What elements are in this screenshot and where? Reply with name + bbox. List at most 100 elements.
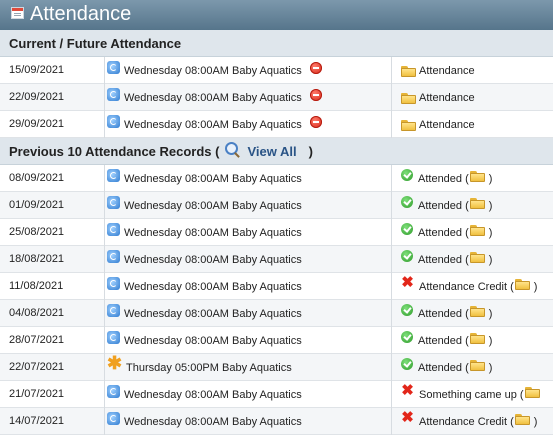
cross-icon: ✖ bbox=[401, 274, 414, 291]
folder-icon[interactable] bbox=[401, 120, 416, 131]
status-text: Attendance Credit ( bbox=[419, 415, 514, 428]
date-cell: 11/08/2021 bbox=[9, 280, 64, 292]
check-icon bbox=[401, 195, 413, 208]
session-label[interactable]: Wednesday 08:00AM Baby Aquatics bbox=[124, 308, 302, 320]
table-row: 22/09/2021 Wednesday 08:00AM Baby Aquatic… bbox=[0, 84, 553, 111]
session-label[interactable]: Wednesday 08:00AM Baby Aquatics bbox=[124, 335, 302, 347]
note-folder[interactable] bbox=[469, 197, 488, 211]
session-cell: Wednesday 08:00AM Baby Aquatics bbox=[104, 381, 387, 408]
date-cell: 01/09/2021 bbox=[9, 199, 65, 211]
folder-icon[interactable] bbox=[469, 224, 485, 236]
session-label[interactable]: Wednesday 08:00AM Baby Aquatics bbox=[124, 254, 302, 266]
session-label[interactable]: Wednesday 08:00AM Baby Aquatics bbox=[124, 119, 302, 131]
session-label[interactable]: Wednesday 08:00AM Baby Aquatics bbox=[124, 173, 302, 185]
session-cell: Wednesday 08:00AM Baby Aquatics bbox=[104, 57, 387, 84]
session-label[interactable]: Wednesday 08:00AM Baby Aquatics bbox=[124, 227, 302, 239]
sync-icon bbox=[107, 250, 120, 263]
note-folder[interactable] bbox=[469, 170, 488, 184]
session-label[interactable]: Thursday 05:00PM Baby Aquatics bbox=[126, 362, 292, 374]
attendance-link[interactable]: Attendance bbox=[419, 119, 475, 131]
sync-icon bbox=[107, 88, 120, 101]
sync-icon bbox=[107, 277, 120, 290]
folder-icon[interactable] bbox=[469, 197, 485, 209]
note-folder[interactable] bbox=[524, 386, 543, 400]
date-cell: 22/07/2021 bbox=[9, 361, 65, 373]
status-cell: Attendance bbox=[391, 57, 553, 84]
view-all-link[interactable]: View All bbox=[247, 144, 296, 159]
status-cell: Attended () bbox=[391, 219, 553, 246]
status-cell: Attended () bbox=[391, 327, 553, 354]
status-text: Attended ( bbox=[418, 199, 469, 212]
session-label[interactable]: Wednesday 08:00AM Baby Aquatics bbox=[124, 92, 302, 104]
search-icon[interactable] bbox=[225, 141, 239, 155]
check-icon bbox=[401, 357, 413, 370]
session-label[interactable]: Wednesday 08:00AM Baby Aquatics bbox=[124, 200, 302, 212]
table-row: 14/07/2021 Wednesday 08:00AM Baby Aquatic… bbox=[0, 408, 553, 435]
session-label[interactable]: Wednesday 08:00AM Baby Aquatics bbox=[124, 65, 302, 77]
status-close-paren: ) bbox=[488, 334, 493, 347]
session-cell: Wednesday 08:00AM Baby Aquatics bbox=[104, 219, 387, 246]
status-close-paren: ) bbox=[533, 280, 538, 293]
folder-icon[interactable] bbox=[469, 170, 485, 182]
note-folder[interactable] bbox=[469, 305, 488, 319]
check-icon bbox=[401, 330, 413, 343]
note-folder[interactable] bbox=[469, 359, 488, 373]
status-text: Attendance Credit ( bbox=[419, 280, 514, 293]
current-heading-text: Current / Future Attendance bbox=[9, 35, 182, 51]
status-cell: Attended () bbox=[391, 354, 553, 381]
note-folder[interactable] bbox=[469, 251, 488, 265]
note-folder[interactable] bbox=[469, 332, 488, 346]
folder-icon[interactable] bbox=[469, 305, 485, 317]
date-cell: 15/09/2021 bbox=[9, 64, 65, 76]
session-label[interactable]: Wednesday 08:00AM Baby Aquatics bbox=[124, 416, 302, 428]
cancel-icon[interactable] bbox=[309, 61, 322, 74]
status-text: Attended ( bbox=[418, 226, 469, 239]
status-close-paren: ) bbox=[488, 253, 493, 266]
session-cell: Wednesday 08:00AM Baby Aquatics bbox=[104, 327, 387, 354]
session-cell: Wednesday 08:00AM Baby Aquatics bbox=[104, 300, 387, 327]
table-row: 15/09/2021 Wednesday 08:00AM Baby Aquatic… bbox=[0, 57, 553, 84]
session-cell: Wednesday 08:00AM Baby Aquatics bbox=[104, 111, 387, 138]
date-cell: 22/09/2021 bbox=[9, 91, 65, 103]
close-paren: ) bbox=[308, 143, 313, 159]
status-text: Attended ( bbox=[418, 253, 469, 266]
folder-icon[interactable] bbox=[401, 66, 416, 77]
note-folder[interactable] bbox=[514, 278, 533, 292]
note-folder[interactable] bbox=[469, 224, 488, 238]
table-row: 01/09/2021 Wednesday 08:00AM Baby Aquatic… bbox=[0, 192, 553, 219]
date-cell: 14/07/2021 bbox=[9, 415, 65, 427]
status-text: Something came up ( bbox=[419, 388, 524, 401]
status-text: Attended ( bbox=[418, 172, 469, 185]
session-label[interactable]: Wednesday 08:00AM Baby Aquatics bbox=[124, 389, 302, 401]
folder-icon[interactable] bbox=[469, 359, 485, 371]
status-cell: Attended () bbox=[391, 192, 553, 219]
date-cell: 28/07/2021 bbox=[9, 334, 65, 346]
sync-icon bbox=[107, 223, 120, 236]
status-cell: Attended () bbox=[391, 300, 553, 327]
cross-icon: ✖ bbox=[401, 409, 414, 426]
table-row: 22/07/2021 ✱ Thursday 05:00PM Baby Aquatic… bbox=[0, 354, 553, 381]
folder-icon[interactable] bbox=[469, 251, 485, 263]
attendance-link[interactable]: Attendance bbox=[419, 92, 475, 104]
previous-attendance-heading: Previous 10 Attendance Records ( View Al… bbox=[0, 138, 553, 165]
folder-icon[interactable] bbox=[524, 386, 540, 398]
date-cell: 08/09/2021 bbox=[9, 172, 65, 184]
folder-icon[interactable] bbox=[514, 413, 530, 425]
check-icon bbox=[401, 168, 413, 181]
folder-icon[interactable] bbox=[401, 93, 416, 104]
sync-icon bbox=[107, 385, 120, 398]
session-label[interactable]: Wednesday 08:00AM Baby Aquatics bbox=[124, 281, 302, 293]
session-cell: Wednesday 08:00AM Baby Aquatics bbox=[104, 84, 387, 111]
status-cell: Attended () bbox=[391, 246, 553, 273]
folder-icon[interactable] bbox=[514, 278, 530, 290]
session-cell: ✱ Thursday 05:00PM Baby Aquatics bbox=[104, 354, 387, 381]
status-close-paren: ) bbox=[488, 226, 493, 239]
table-row: 25/08/2021 Wednesday 08:00AM Baby Aquatic… bbox=[0, 219, 553, 246]
status-text: Attended ( bbox=[418, 361, 469, 374]
cancel-icon[interactable] bbox=[309, 115, 322, 128]
cancel-icon[interactable] bbox=[309, 88, 322, 101]
note-folder[interactable] bbox=[514, 413, 533, 427]
sync-icon bbox=[107, 304, 120, 317]
folder-icon[interactable] bbox=[469, 332, 485, 344]
attendance-link[interactable]: Attendance bbox=[419, 65, 475, 77]
